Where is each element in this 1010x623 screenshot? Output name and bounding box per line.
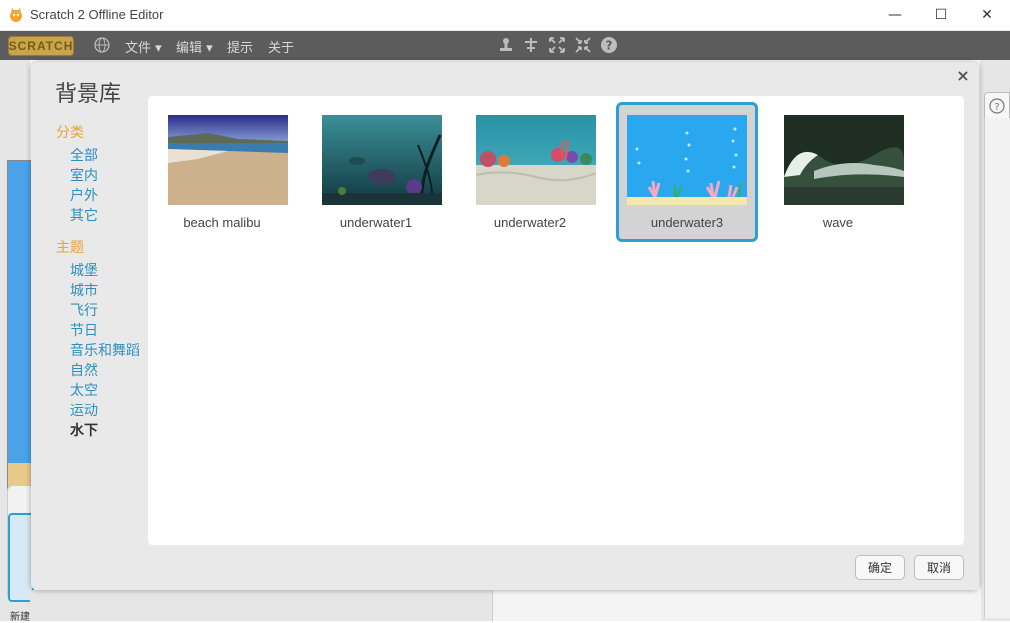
globe-icon[interactable] [94,37,110,53]
close-window-button[interactable]: ✕ [964,0,1010,30]
backdrop-name: underwater3 [650,215,724,230]
theme-castle[interactable]: 城堡 [70,260,98,280]
stamp-icon[interactable] [497,36,515,54]
underwater2-thumbnail [476,115,596,205]
chevron-down-icon: ▾ [206,41,213,56]
category-outdoors[interactable]: 户外 [70,185,98,205]
menu-about[interactable]: 关于 [268,37,294,56]
cancel-button[interactable]: 取消 [914,555,964,580]
backdrop-name: underwater1 [339,215,413,230]
scratch-cat-icon [10,8,22,22]
menu-file[interactable]: 文件 ▾ [125,37,162,56]
cut-icon[interactable] [522,36,540,54]
svg-text:?: ? [994,102,999,113]
theme-holiday[interactable]: 节日 [70,320,98,340]
scripts-bottom-panel [492,590,981,621]
svg-text:?: ? [606,39,613,53]
window-title: Scratch 2 Offline Editor [30,7,164,22]
backdrop-library-dialog: 背景库 × 分类 全部 室内 户外 其它 主题 城堡 城市 飞行 节日 音乐和舞… [31,62,979,590]
theme-space[interactable]: 太空 [70,380,98,400]
backdrop-grid: beach malibu underwater1 underwater2 und… [148,96,964,545]
help-icon[interactable]: ? [600,36,618,54]
category-other[interactable]: 其它 [70,205,98,225]
category-all[interactable]: 全部 [70,145,98,165]
backdrop-name: beach malibu [183,215,261,230]
stage-preview [7,160,32,524]
underwater1-thumbnail [322,115,442,205]
menu-bar: SCRATCH 文件 ▾ 编辑 ▾ 提示 关于 ? [0,31,1010,60]
shrink-icon[interactable] [574,36,592,54]
bottom-strip [30,590,981,621]
scripts-panel [984,118,1010,618]
backdrop-tile[interactable]: beach malibu [151,102,293,242]
menu-tips[interactable]: 提示 [227,37,253,56]
close-dialog-button[interactable]: × [955,66,971,86]
grow-icon[interactable] [548,36,566,54]
category-indoors[interactable]: 室内 [70,165,98,185]
help-icon: ? [989,98,1005,114]
backdrop-tile[interactable]: wave [767,102,909,242]
dialog-title: 背景库 [55,82,122,107]
wave-thumbnail [784,115,904,205]
backdrop-tile[interactable]: underwater1 [305,102,447,242]
beach-malibu-thumbnail [168,115,288,205]
backdrop-name: underwater2 [493,215,567,230]
backdrop-tile-selected[interactable]: underwater3 [616,102,758,242]
maximize-button[interactable]: ☐ [918,0,964,30]
title-bar: Scratch 2 Offline Editor — ☐ ✕ [0,0,1010,31]
category-heading: 分类 [56,125,84,141]
scratch-logo[interactable]: SCRATCH [8,36,74,56]
theme-sports[interactable]: 运动 [70,400,98,420]
theme-music-dance[interactable]: 音乐和舞蹈 [70,340,140,360]
ok-button[interactable]: 确定 [855,555,905,580]
theme-flying[interactable]: 飞行 [70,300,98,320]
help-tab[interactable]: ? [984,92,1010,120]
theme-heading: 主题 [56,240,84,256]
menu-edit[interactable]: 编辑 ▾ [176,37,213,56]
backdrop-tile[interactable]: underwater2 [459,102,601,242]
theme-city[interactable]: 城市 [70,280,98,300]
minimize-button[interactable]: — [872,0,918,30]
theme-underwater[interactable]: 水下 [70,420,98,440]
backdrop-name: wave [822,215,854,230]
theme-nature[interactable]: 自然 [70,360,98,380]
underwater3-thumbnail [627,115,747,205]
chevron-down-icon: ▾ [155,41,162,56]
